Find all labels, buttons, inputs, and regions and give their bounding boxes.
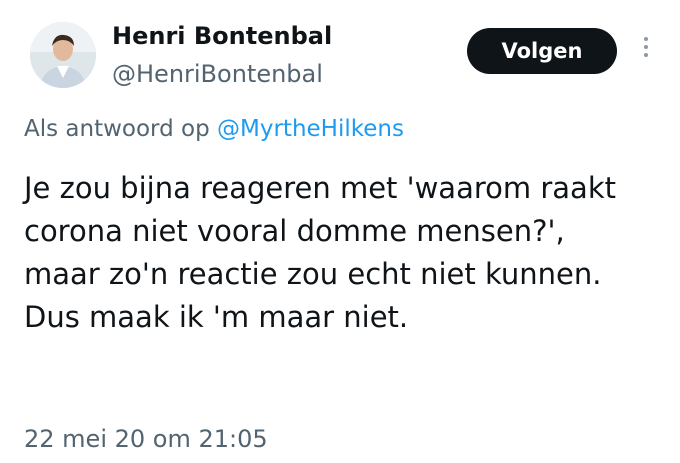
tweet-text: Je zou bijna reageren met 'waarom raakt … <box>24 171 616 334</box>
timestamp[interactable]: 22 mei 20 om 21:05 <box>24 423 268 455</box>
reply-prefix: Als antwoord op <box>24 116 218 142</box>
user-handle[interactable]: @HenriBontenbal <box>112 58 323 90</box>
follow-button[interactable]: Volgen <box>467 28 617 74</box>
display-name[interactable]: Henri Bontenbal <box>112 20 332 52</box>
reply-mention-link[interactable]: @MyrtheHilkens <box>217 116 404 142</box>
more-options-icon[interactable] <box>640 34 652 70</box>
avatar[interactable] <box>30 22 96 88</box>
reply-context: Als antwoord op @MyrtheHilkens <box>24 113 404 145</box>
